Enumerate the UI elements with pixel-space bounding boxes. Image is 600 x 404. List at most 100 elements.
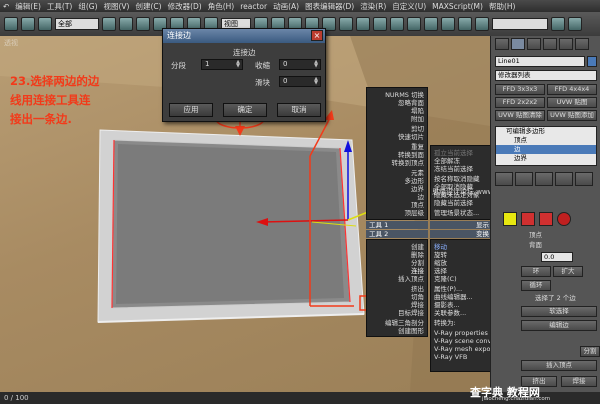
named-selection-set-field[interactable] xyxy=(492,18,548,30)
menu-rendering[interactable]: 渲染(R) xyxy=(359,1,387,12)
quad-item-collapse[interactable]: 塌陷 xyxy=(411,107,424,115)
loop-button[interactable]: 循环 xyxy=(521,280,551,291)
quad-item-element[interactable]: 元素 xyxy=(411,169,424,177)
quad-item-repeat[interactable]: 重复 xyxy=(411,143,424,151)
motion-tab-icon[interactable] xyxy=(543,38,557,50)
quad-item-remove[interactable]: 删除 xyxy=(411,251,424,259)
material-editor-icon[interactable] xyxy=(441,17,455,31)
segments-spinner[interactable]: 1 ▲ ▼ xyxy=(201,59,243,70)
render-teapot-icon[interactable] xyxy=(568,17,582,31)
quad-item-unhide-by-name[interactable]: 按名称取消隐藏 xyxy=(434,175,480,183)
quad-item-curve-editor[interactable]: 曲线编辑器... xyxy=(434,293,473,301)
quad-item-weld[interactable]: 焊接 xyxy=(411,301,424,309)
quad-item-connect[interactable]: 连接 xyxy=(411,267,424,275)
spinner-snap-icon[interactable] xyxy=(356,17,370,31)
selection-filter-dropdown[interactable]: 全部 xyxy=(55,18,99,30)
spinner-arrows-icon[interactable]: ▲ ▼ xyxy=(235,60,241,69)
apply-button[interactable]: 应用 xyxy=(169,103,213,117)
insert-vertex-button[interactable]: 插入顶点 xyxy=(521,360,597,371)
menu-undo[interactable]: ↶ xyxy=(2,2,10,11)
ok-button[interactable]: 确定 xyxy=(223,103,267,117)
ffd-2x2x2-button[interactable]: FFD 2x2x2 xyxy=(495,97,545,108)
quad-item-convert-to[interactable]: 转换为: xyxy=(434,319,456,327)
quad-item-select[interactable]: 选择 xyxy=(434,267,447,275)
quad-item-rotate[interactable]: 旋转 xyxy=(434,251,447,259)
quad-item-vray-mesh-export[interactable]: V-Ray mesh export xyxy=(434,345,496,353)
polygon-subobject-icon[interactable] xyxy=(539,212,553,226)
close-icon[interactable]: × xyxy=(311,30,323,41)
quad-item-create-shape[interactable]: 创建图形 xyxy=(398,327,424,335)
quad-item-attach[interactable]: 附加 xyxy=(411,115,424,123)
stack-item-border[interactable]: 边界 xyxy=(496,154,596,163)
quad-item-target-weld[interactable]: 目标焊接 xyxy=(398,309,424,317)
modify-tab-icon[interactable] xyxy=(511,38,525,50)
unlink-icon[interactable] xyxy=(21,17,35,31)
spinner-arrows-icon[interactable]: ▲ ▼ xyxy=(313,77,319,86)
pin-stack-icon[interactable] xyxy=(495,172,513,186)
soft-selection-rollout[interactable]: 软选择 xyxy=(521,306,597,317)
layer-icon[interactable] xyxy=(390,17,404,31)
utilities-tab-icon[interactable] xyxy=(575,38,589,50)
bind-icon[interactable] xyxy=(38,17,52,31)
quad-item-clone[interactable]: 克隆(C) xyxy=(434,275,457,283)
quad-item-insert-vertex[interactable]: 插入顶点 xyxy=(398,275,424,283)
quad-item-dope-sheet[interactable]: 摄影表... xyxy=(434,301,460,309)
menu-reactor[interactable]: reactor xyxy=(239,2,268,11)
angle-value-field[interactable]: 0.0 xyxy=(541,252,573,262)
select-by-name-icon[interactable] xyxy=(119,17,133,31)
create-tab-icon[interactable] xyxy=(495,38,509,50)
quad-item-edit-triangulation[interactable]: 编辑三角剖分 xyxy=(385,319,424,327)
quad-item-properties[interactable]: 属性(P)... xyxy=(434,285,462,293)
edit-edges-rollout[interactable]: 编辑边 xyxy=(521,320,597,331)
quad-item-isolate[interactable]: 孤立当前选择 xyxy=(434,149,473,157)
menu-tools[interactable]: 工具(T) xyxy=(46,1,73,12)
ring-button[interactable]: 环 xyxy=(521,266,551,277)
quad-item-move[interactable]: 移动 xyxy=(434,243,447,251)
quad-item-vray-properties[interactable]: V-Ray properties xyxy=(434,329,488,337)
ffd-4x4x4-button[interactable]: FFD 4x4x4 xyxy=(547,84,597,95)
menu-graph-editors[interactable]: 图表编辑器(D) xyxy=(304,1,355,12)
quick-render-icon[interactable] xyxy=(551,17,565,31)
quad-item-hide-selection[interactable]: 隐藏当前选择 xyxy=(434,199,473,207)
percent-snap-icon[interactable] xyxy=(339,17,353,31)
configure-sets-icon[interactable] xyxy=(575,172,593,186)
menu-create[interactable]: 创建(C) xyxy=(134,1,162,12)
quad-item-freeze-selection[interactable]: 冻结当前选择 xyxy=(434,165,473,173)
quad-item-nurms-toggle[interactable]: NURMS 切换 xyxy=(385,91,424,99)
display-tab-icon[interactable] xyxy=(559,38,573,50)
pinch-spinner[interactable]: 0 ▲ ▼ xyxy=(279,59,321,70)
curve-editor-icon[interactable] xyxy=(407,17,421,31)
menu-modifiers[interactable]: 修改器(D) xyxy=(167,1,203,12)
select-icon[interactable] xyxy=(102,17,116,31)
modifier-list-dropdown[interactable]: 修改器列表 xyxy=(495,70,597,81)
quad-item-scale[interactable]: 缩放 xyxy=(434,259,447,267)
menu-help[interactable]: 帮助(H) xyxy=(488,1,517,12)
quad-item-extrude[interactable]: 挤出 xyxy=(411,285,424,293)
render-setup-icon[interactable] xyxy=(458,17,472,31)
edge-subobject-icon[interactable] xyxy=(503,212,517,226)
quad-item-create[interactable]: 创建 xyxy=(411,243,424,251)
weld-button[interactable]: 焊接 xyxy=(561,376,597,387)
quad-item-polygon[interactable]: 多边形 xyxy=(405,177,425,185)
quad-item-split[interactable]: 分割 xyxy=(411,259,424,267)
remove-modifier-icon[interactable] xyxy=(555,172,573,186)
menu-character[interactable]: 角色(H) xyxy=(207,1,236,12)
make-unique-icon[interactable] xyxy=(535,172,553,186)
menu-animation[interactable]: 动画(A) xyxy=(272,1,300,12)
schematic-icon[interactable] xyxy=(424,17,438,31)
menu-views[interactable]: 视图(V) xyxy=(103,1,131,12)
stack-item-vertex[interactable]: 顶点 xyxy=(496,136,596,145)
quad-item-vertex[interactable]: 顶点 xyxy=(411,201,424,209)
quad-item-vray-vfb[interactable]: V-Ray VFB xyxy=(434,353,467,361)
menu-maxscript[interactable]: MAXScript(M) xyxy=(431,2,484,11)
split-button[interactable]: 分割 xyxy=(580,346,600,357)
menu-edit[interactable]: 编辑(E) xyxy=(14,1,42,12)
render-frame-icon[interactable] xyxy=(475,17,489,31)
quad-item-convert-to-vertex[interactable]: 转换到顶点 xyxy=(392,159,425,167)
uvw-map-add-button[interactable]: UVW 贴图添加 xyxy=(547,110,597,121)
quad-item-quickslice[interactable]: 快速切片 xyxy=(398,133,424,141)
object-color-swatch[interactable] xyxy=(587,56,597,67)
dialog-title-bar[interactable]: 连接边 × xyxy=(163,29,325,43)
ffd-3x3x3-button[interactable]: FFD 3x3x3 xyxy=(495,84,545,95)
menu-group[interactable]: 组(G) xyxy=(77,1,98,12)
